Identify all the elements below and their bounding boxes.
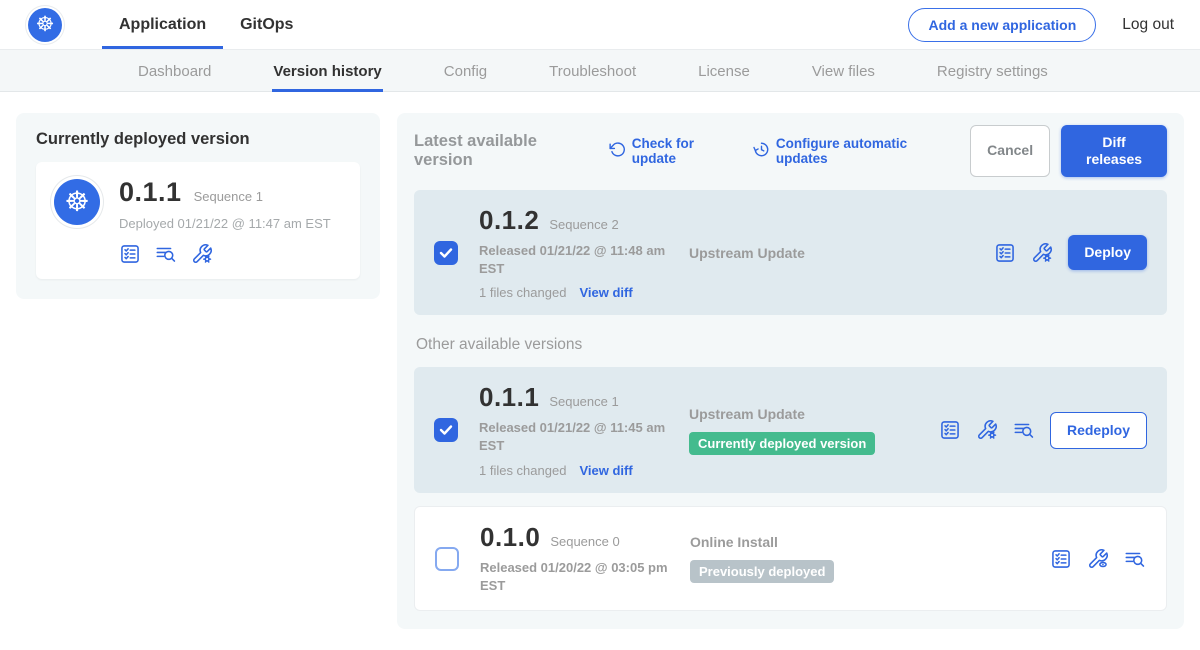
version-checkbox[interactable] [434, 418, 458, 442]
edit-config-icon[interactable] [191, 243, 213, 265]
check-for-update-label: Check for update [632, 136, 736, 166]
add-new-application-button[interactable]: Add a new application [908, 8, 1096, 42]
edit-config-icon[interactable] [976, 419, 998, 441]
tab-view-files[interactable]: View files [811, 50, 876, 92]
currently-deployed-card: Currently deployed version ☸ 0.1.1 Seque… [16, 113, 380, 299]
deploy-button[interactable]: Deploy [1068, 235, 1147, 270]
tab-gitops-label: GitOps [240, 16, 293, 34]
previously-deployed-badge: Previously deployed [690, 560, 834, 583]
version-number: 0.1.1 [479, 382, 539, 413]
app-tabs: Application GitOps [102, 0, 310, 49]
version-row-0-1-0: 0.1.0 Sequence 0 Released 01/20/22 @ 03:… [414, 506, 1167, 611]
tab-config-label: Config [444, 63, 487, 80]
version-source-col: Upstream Update Currently deployed versi… [689, 406, 939, 455]
files-changed: 1 files changed [479, 285, 566, 300]
version-source-col: Online Install Previously deployed [690, 534, 940, 583]
other-versions-label: Other available versions [416, 336, 1167, 354]
version-actions: Redeploy [939, 412, 1147, 449]
deployed-version-info: 0.1.1 Sequence 1 Deployed 01/21/22 @ 11:… [119, 177, 331, 265]
currently-deployed-title: Currently deployed version [36, 130, 360, 149]
tab-registry-settings[interactable]: Registry settings [936, 50, 1049, 92]
version-sequence: Sequence 2 [549, 217, 618, 232]
version-checkbox[interactable] [435, 547, 459, 571]
latest-available-title: Latest available version [414, 132, 592, 170]
panel-header: Latest available version Check for updat… [414, 125, 1167, 177]
version-checkbox[interactable] [434, 241, 458, 265]
view-diff-link[interactable]: View diff [579, 285, 632, 300]
released-date: Released 01/21/22 @ 11:45 am EST [479, 419, 667, 455]
tab-version-history-label: Version history [273, 63, 381, 80]
top-nav: ☸ Application GitOps Add a new applicati… [0, 0, 1200, 50]
preflight-checks-icon[interactable] [994, 242, 1016, 264]
released-date: Released 01/21/22 @ 11:48 am EST [479, 242, 667, 278]
deployed-sequence: Sequence 1 [194, 189, 263, 204]
deploy-logs-icon[interactable] [1013, 419, 1035, 441]
version-row-0-1-1: 0.1.1 Sequence 1 Released 01/21/22 @ 11:… [414, 367, 1167, 493]
deployed-version-actions [119, 243, 331, 265]
version-info: 0.1.1 Sequence 1 Released 01/21/22 @ 11:… [479, 382, 677, 478]
kubernetes-logo-icon: ☸ [28, 8, 62, 42]
tab-view-files-label: View files [812, 63, 875, 80]
rotate-ccw-icon [609, 141, 626, 161]
kubernetes-app-icon: ☸ [54, 179, 100, 225]
version-history-panel: Latest available version Check for updat… [397, 113, 1184, 629]
diff-releases-button[interactable]: Diff releases [1061, 125, 1167, 177]
app-sub-nav: Dashboard Version history Config Trouble… [0, 50, 1200, 92]
version-sequence: Sequence 1 [549, 394, 618, 409]
tab-gitops[interactable]: GitOps [223, 0, 310, 49]
tab-dashboard[interactable]: Dashboard [137, 50, 212, 92]
checkmark-icon [439, 247, 453, 259]
preflight-checks-icon[interactable] [1050, 548, 1072, 570]
edit-config-icon[interactable] [1031, 242, 1053, 264]
configure-auto-updates-label: Configure automatic updates [776, 136, 953, 166]
released-date: Released 01/20/22 @ 03:05 pm EST [480, 559, 668, 595]
preflight-checks-icon[interactable] [119, 243, 141, 265]
version-actions [1050, 548, 1146, 570]
tab-registry-settings-label: Registry settings [937, 63, 1048, 80]
tab-dashboard-label: Dashboard [138, 63, 211, 80]
deploy-logs-icon[interactable] [155, 243, 177, 265]
version-number: 0.1.0 [480, 522, 540, 553]
version-source: Upstream Update [689, 245, 939, 261]
main-content: Currently deployed version ☸ 0.1.1 Seque… [0, 92, 1200, 650]
version-number: 0.1.2 [479, 205, 539, 236]
top-nav-actions: Add a new application Log out [908, 0, 1174, 49]
preflight-checks-icon[interactable] [939, 419, 961, 441]
panel-buttons: Cancel Diff releases [970, 125, 1167, 177]
tab-troubleshoot[interactable]: Troubleshoot [548, 50, 637, 92]
tab-config[interactable]: Config [443, 50, 488, 92]
tab-application[interactable]: Application [102, 0, 223, 49]
version-source-col: Upstream Update [689, 245, 939, 261]
tab-troubleshoot-label: Troubleshoot [549, 63, 636, 80]
currently-deployed-badge: Currently deployed version [689, 432, 875, 455]
version-source: Online Install [690, 534, 940, 550]
logout-link[interactable]: Log out [1122, 16, 1174, 34]
tab-license-label: License [698, 63, 750, 80]
tab-version-history[interactable]: Version history [272, 50, 382, 92]
version-sequence: Sequence 0 [550, 534, 619, 549]
view-diff-link[interactable]: View diff [579, 463, 632, 478]
cancel-button[interactable]: Cancel [970, 125, 1050, 177]
redeploy-button[interactable]: Redeploy [1050, 412, 1147, 449]
version-info: 0.1.0 Sequence 0 Released 01/20/22 @ 03:… [480, 522, 678, 595]
tab-application-label: Application [119, 16, 206, 34]
deployed-date: Deployed 01/21/22 @ 11:47 am EST [119, 216, 331, 231]
deployed-version-number: 0.1.1 [119, 177, 182, 208]
deploy-logs-icon[interactable] [1124, 548, 1146, 570]
checkmark-icon [439, 424, 453, 436]
view-config-icon[interactable] [1087, 548, 1109, 570]
clock-refresh-icon [753, 141, 770, 161]
tab-license[interactable]: License [697, 50, 751, 92]
check-for-update-link[interactable]: Check for update [609, 136, 736, 166]
version-actions: Deploy [994, 235, 1147, 270]
files-changed: 1 files changed [479, 463, 566, 478]
configure-auto-updates-link[interactable]: Configure automatic updates [753, 136, 953, 166]
version-info: 0.1.2 Sequence 2 Released 01/21/22 @ 11:… [479, 205, 677, 301]
deployed-version-card: ☸ 0.1.1 Sequence 1 Deployed 01/21/22 @ 1… [36, 162, 360, 279]
version-source: Upstream Update [689, 406, 939, 422]
version-row-0-1-2: 0.1.2 Sequence 2 Released 01/21/22 @ 11:… [414, 190, 1167, 316]
